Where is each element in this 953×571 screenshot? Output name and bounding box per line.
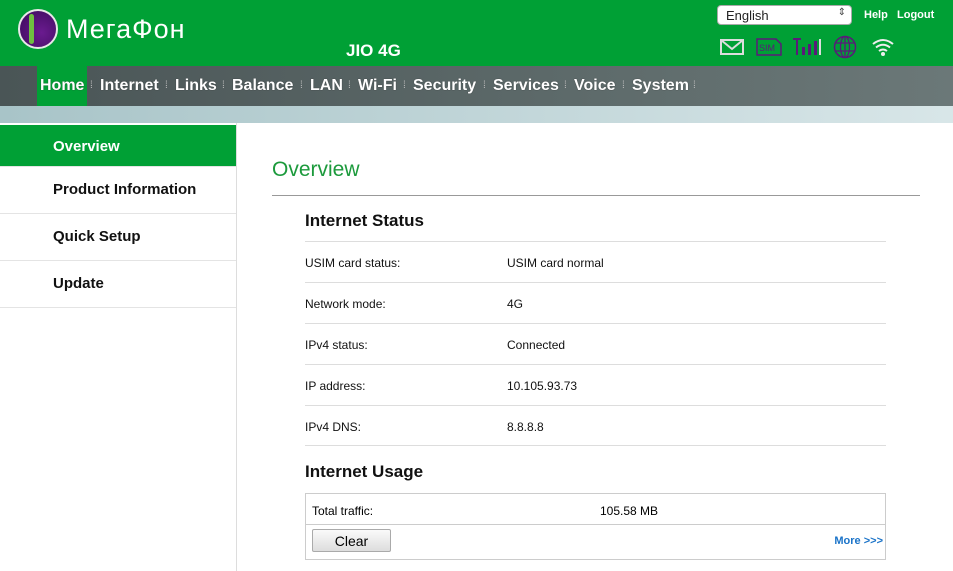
nav-separator: ⁞ — [348, 80, 351, 91]
divider — [272, 195, 920, 196]
row-label: USIM card status: — [305, 256, 401, 270]
sidebar-item-quick-setup[interactable]: Quick Setup — [0, 214, 236, 261]
signal-icon — [792, 36, 822, 58]
device-model: JIO 4G — [346, 41, 401, 60]
status-row: USIM card status: USIM card normal — [305, 241, 886, 282]
nav-separator: ⁞ — [90, 80, 93, 91]
total-traffic-value: 105.58 MB — [600, 504, 659, 518]
row-value: 4G — [507, 297, 524, 311]
row-label: IPv4 status: — [305, 338, 368, 352]
mail-icon[interactable] — [719, 36, 744, 58]
nav-security[interactable]: Security — [410, 66, 479, 106]
nav-separator: ⁞ — [165, 80, 168, 91]
nav-internet[interactable]: Internet — [97, 66, 162, 106]
nav-links[interactable]: Links — [172, 66, 220, 106]
nav-voice[interactable]: Voice — [571, 66, 619, 106]
nav-separator: ⁞ — [300, 80, 303, 91]
nav-system[interactable]: System — [629, 66, 692, 106]
internet-usage-heading: Internet Usage — [305, 462, 424, 481]
nav-services[interactable]: Services — [490, 66, 562, 106]
usage-table: Total traffic: 105.58 MB Clear More >>> — [305, 493, 886, 560]
row-value: Connected — [507, 338, 566, 352]
total-traffic-label: Total traffic: — [312, 504, 374, 518]
row-label: IPv4 DNS: — [305, 420, 362, 434]
sidebar-item-update[interactable]: Update — [0, 261, 236, 308]
row-label: Network mode: — [305, 297, 386, 311]
row-value: 10.105.93.73 — [507, 379, 578, 393]
more-link[interactable]: More >>> — [834, 535, 883, 547]
row-value: USIM card normal — [507, 256, 604, 270]
clear-button[interactable]: Clear — [312, 529, 391, 552]
status-row: Network mode: 4G — [305, 282, 886, 323]
svg-text:SIM: SIM — [759, 43, 775, 53]
help-link[interactable]: Help — [864, 9, 888, 21]
sidebar-item-overview[interactable]: Overview — [0, 125, 236, 167]
select-arrows-icon: ⇕ — [837, 7, 846, 18]
internet-status-heading: Internet Status — [305, 211, 425, 230]
language-select[interactable]: English ⇕ — [717, 5, 852, 25]
language-value: English — [726, 8, 769, 23]
status-row: IPv4 DNS: 8.8.8.8 — [305, 405, 886, 446]
decorative-band — [0, 106, 953, 123]
page-title: Overview — [272, 158, 360, 181]
sim-icon: SIM — [756, 36, 782, 58]
wifi-icon — [871, 36, 895, 58]
sidebar-item-product-information[interactable]: Product Information — [0, 167, 236, 214]
status-row: IP address: 10.105.93.73 — [305, 364, 886, 405]
nav-separator: ⁞ — [622, 80, 625, 91]
row-label: IP address: — [305, 379, 366, 393]
status-row: IPv4 status: Connected — [305, 323, 886, 364]
brand-name: МегаФон — [66, 14, 186, 44]
sidebar: Overview Product Information Quick Setup… — [0, 123, 237, 571]
nav-separator: ⁞ — [564, 80, 567, 91]
logout-link[interactable]: Logout — [897, 9, 934, 21]
nav-balance[interactable]: Balance — [229, 66, 296, 106]
nav-separator: ⁞ — [403, 80, 406, 91]
nav-lan[interactable]: LAN — [307, 66, 346, 106]
nav-separator: ⁞ — [693, 80, 696, 91]
globe-icon — [833, 35, 857, 59]
nav-separator: ⁞ — [483, 80, 486, 91]
nav-wifi[interactable]: Wi-Fi — [355, 66, 400, 106]
megafon-logo — [18, 9, 58, 49]
nav-separator: ⁞ — [222, 80, 225, 91]
row-value: 8.8.8.8 — [507, 420, 544, 434]
nav-home[interactable]: Home — [37, 66, 87, 106]
